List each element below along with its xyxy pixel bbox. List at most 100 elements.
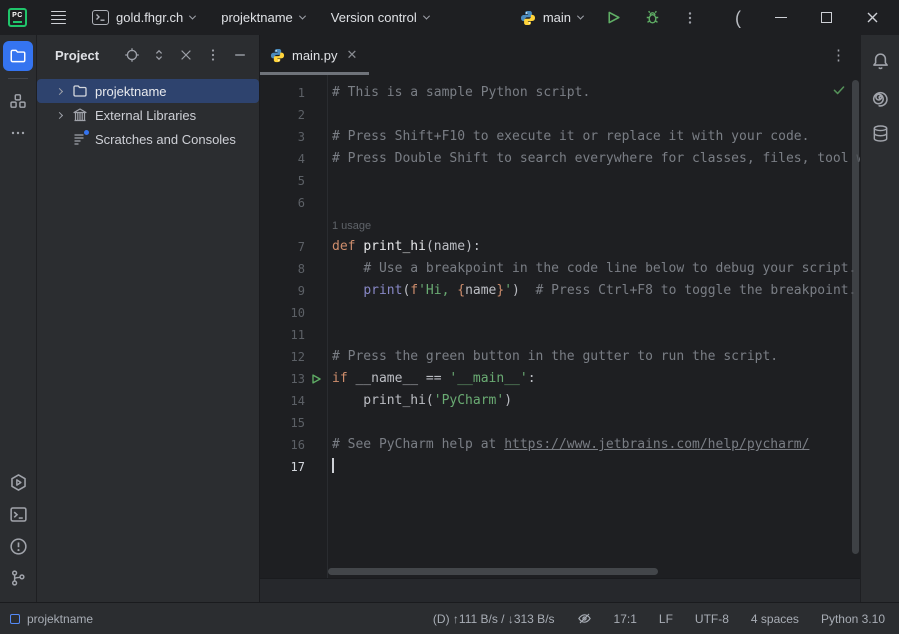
line-number: 3 <box>267 130 305 144</box>
tool-project-button[interactable] <box>3 41 33 71</box>
tree-item-scratches[interactable]: Scratches and Consoles <box>37 127 259 151</box>
code-line[interactable] <box>332 170 860 192</box>
editor-code[interactable]: # This is a sample Python script. # Press… <box>328 75 860 578</box>
line-number: 6 <box>267 196 305 210</box>
line-number: 8 <box>267 262 305 276</box>
tool-services-button[interactable] <box>3 467 33 497</box>
vcs-selector[interactable]: Version control <box>323 5 437 30</box>
more-tool-windows-button[interactable] <box>3 118 33 148</box>
hide-panel-button[interactable] <box>231 46 249 64</box>
encoding-widget[interactable]: UTF-8 <box>695 612 729 626</box>
folder-icon <box>71 83 89 99</box>
code-line[interactable]: # See PyCharm help at https://www.jetbra… <box>332 434 860 456</box>
ellipsis-icon <box>10 125 26 141</box>
line-number: 16 <box>267 438 305 452</box>
network-traffic-widget[interactable]: (D) ↑111 B/s / ↓313 B/s <box>433 612 555 626</box>
locate-file-button[interactable] <box>123 46 141 64</box>
inspections-ok-icon[interactable] <box>832 83 846 97</box>
structure-icon <box>9 92 27 110</box>
vertical-scrollbar[interactable] <box>852 80 859 554</box>
clock-badge <box>83 129 90 136</box>
interpreter-widget[interactable]: Python 3.10 <box>821 612 885 626</box>
code-line[interactable]: # Press Double Shift to search everywher… <box>332 148 860 170</box>
code-line[interactable]: print(f'Hi, {name}') # Press Ctrl+F8 to … <box>332 280 860 302</box>
project-panel-title: Project <box>55 48 99 63</box>
highlighting-level-button[interactable] <box>577 611 592 626</box>
indent-widget[interactable]: 4 spaces <box>751 612 799 626</box>
code-line[interactable] <box>332 324 860 346</box>
code-line[interactable]: def print_hi(name): <box>332 236 860 258</box>
run-configuration-label: main <box>543 10 571 25</box>
code-line[interactable]: # Use a breakpoint in the code line belo… <box>332 258 860 280</box>
database-button[interactable] <box>865 118 895 148</box>
tool-version-control-button[interactable] <box>3 563 33 593</box>
problems-icon <box>9 537 28 556</box>
gutter-run-icon[interactable] <box>305 371 327 387</box>
minimize-button[interactable] <box>765 13 797 23</box>
code-line[interactable] <box>332 412 860 434</box>
editor[interactable]: 1234567891011121314151617 # This is a sa… <box>260 75 860 578</box>
main-menu-button[interactable] <box>43 6 74 30</box>
editor-area: main.py ✕ ⋮ 1234567891011121314151617 # … <box>260 35 860 602</box>
ai-assistant-button[interactable] <box>865 82 895 112</box>
bell-icon <box>871 52 890 71</box>
code-line[interactable]: # Press Shift+F10 to execute it or repla… <box>332 126 860 148</box>
library-icon <box>71 107 89 123</box>
tool-terminal-button[interactable] <box>3 499 33 529</box>
code-line[interactable] <box>332 192 860 214</box>
code-line[interactable] <box>332 302 860 324</box>
collapse-all-icon <box>179 48 193 62</box>
close-button[interactable] <box>856 7 889 28</box>
statusbar-widgets: (D) ↑111 B/s / ↓313 B/s 17:1 LF UTF-8 4 … <box>433 611 885 626</box>
run-configuration-selector[interactable]: main <box>512 5 591 31</box>
database-icon <box>871 124 890 143</box>
tree-item-external-libraries[interactable]: External Libraries <box>37 103 259 127</box>
crescent-icon[interactable]: ( <box>725 7 751 29</box>
panel-options-button[interactable] <box>204 46 222 64</box>
code-line[interactable]: # This is a sample Python script. <box>332 82 860 104</box>
tree-item-label: External Libraries <box>93 108 196 123</box>
tab-close-icon[interactable]: ✕ <box>345 47 358 63</box>
bug-icon <box>644 9 661 26</box>
expand-collapse-button[interactable] <box>150 46 168 64</box>
statusbar: projektname (D) ↑111 B/s / ↓313 B/s 17:1… <box>0 602 899 634</box>
pycharm-logo-underline <box>13 21 22 23</box>
line-separator-widget[interactable]: LF <box>659 612 673 626</box>
tab-main-py[interactable]: main.py ✕ <box>260 35 369 75</box>
caret-position-widget[interactable]: 17:1 <box>614 612 637 626</box>
project-panel-header: Project <box>37 35 259 75</box>
project-selector[interactable]: projektname <box>213 5 313 30</box>
maximize-button[interactable] <box>811 8 842 27</box>
tool-structure-button[interactable] <box>3 86 33 116</box>
notifications-button[interactable] <box>865 46 895 76</box>
more-actions-button[interactable] <box>675 6 705 30</box>
code-line[interactable]: # Press the green button in the gutter t… <box>332 346 860 368</box>
vcs-selector-label: Version control <box>331 10 417 25</box>
services-icon <box>9 473 28 492</box>
right-tool-stripe <box>860 35 899 602</box>
debug-button[interactable] <box>636 4 669 31</box>
collapse-all-button[interactable] <box>177 46 195 64</box>
expand-chevron-icon[interactable] <box>51 113 67 118</box>
editor-options-button[interactable]: ⋮ <box>817 35 860 75</box>
statusbar-project-widget[interactable]: projektname <box>10 612 93 626</box>
pycharm-logo-text: PC <box>12 12 23 19</box>
code-line[interactable] <box>332 104 860 126</box>
project-tree: projektname External Libraries Scratche <box>37 75 259 151</box>
code-line[interactable]: if __name__ == '__main__': <box>332 368 860 390</box>
code-line[interactable]: print_hi('PyCharm') <box>332 390 860 412</box>
code-line[interactable] <box>332 456 860 478</box>
remote-host-selector[interactable]: gold.fhgr.ch <box>84 5 203 30</box>
horizontal-scrollbar[interactable] <box>328 568 658 575</box>
close-icon <box>866 11 879 24</box>
expand-chevron-icon[interactable] <box>51 89 67 94</box>
run-button[interactable] <box>597 4 630 31</box>
project-widget-icon <box>10 614 20 624</box>
project-panel-actions <box>123 46 249 64</box>
kebab-icon <box>683 11 697 25</box>
tool-problems-button[interactable] <box>3 531 33 561</box>
usage-inlay-hint[interactable]: 1 usage <box>332 214 860 236</box>
tree-item-projektname[interactable]: projektname <box>37 79 259 103</box>
pycharm-logo: PC <box>8 8 27 27</box>
titlebar-right: main ( <box>512 4 889 31</box>
